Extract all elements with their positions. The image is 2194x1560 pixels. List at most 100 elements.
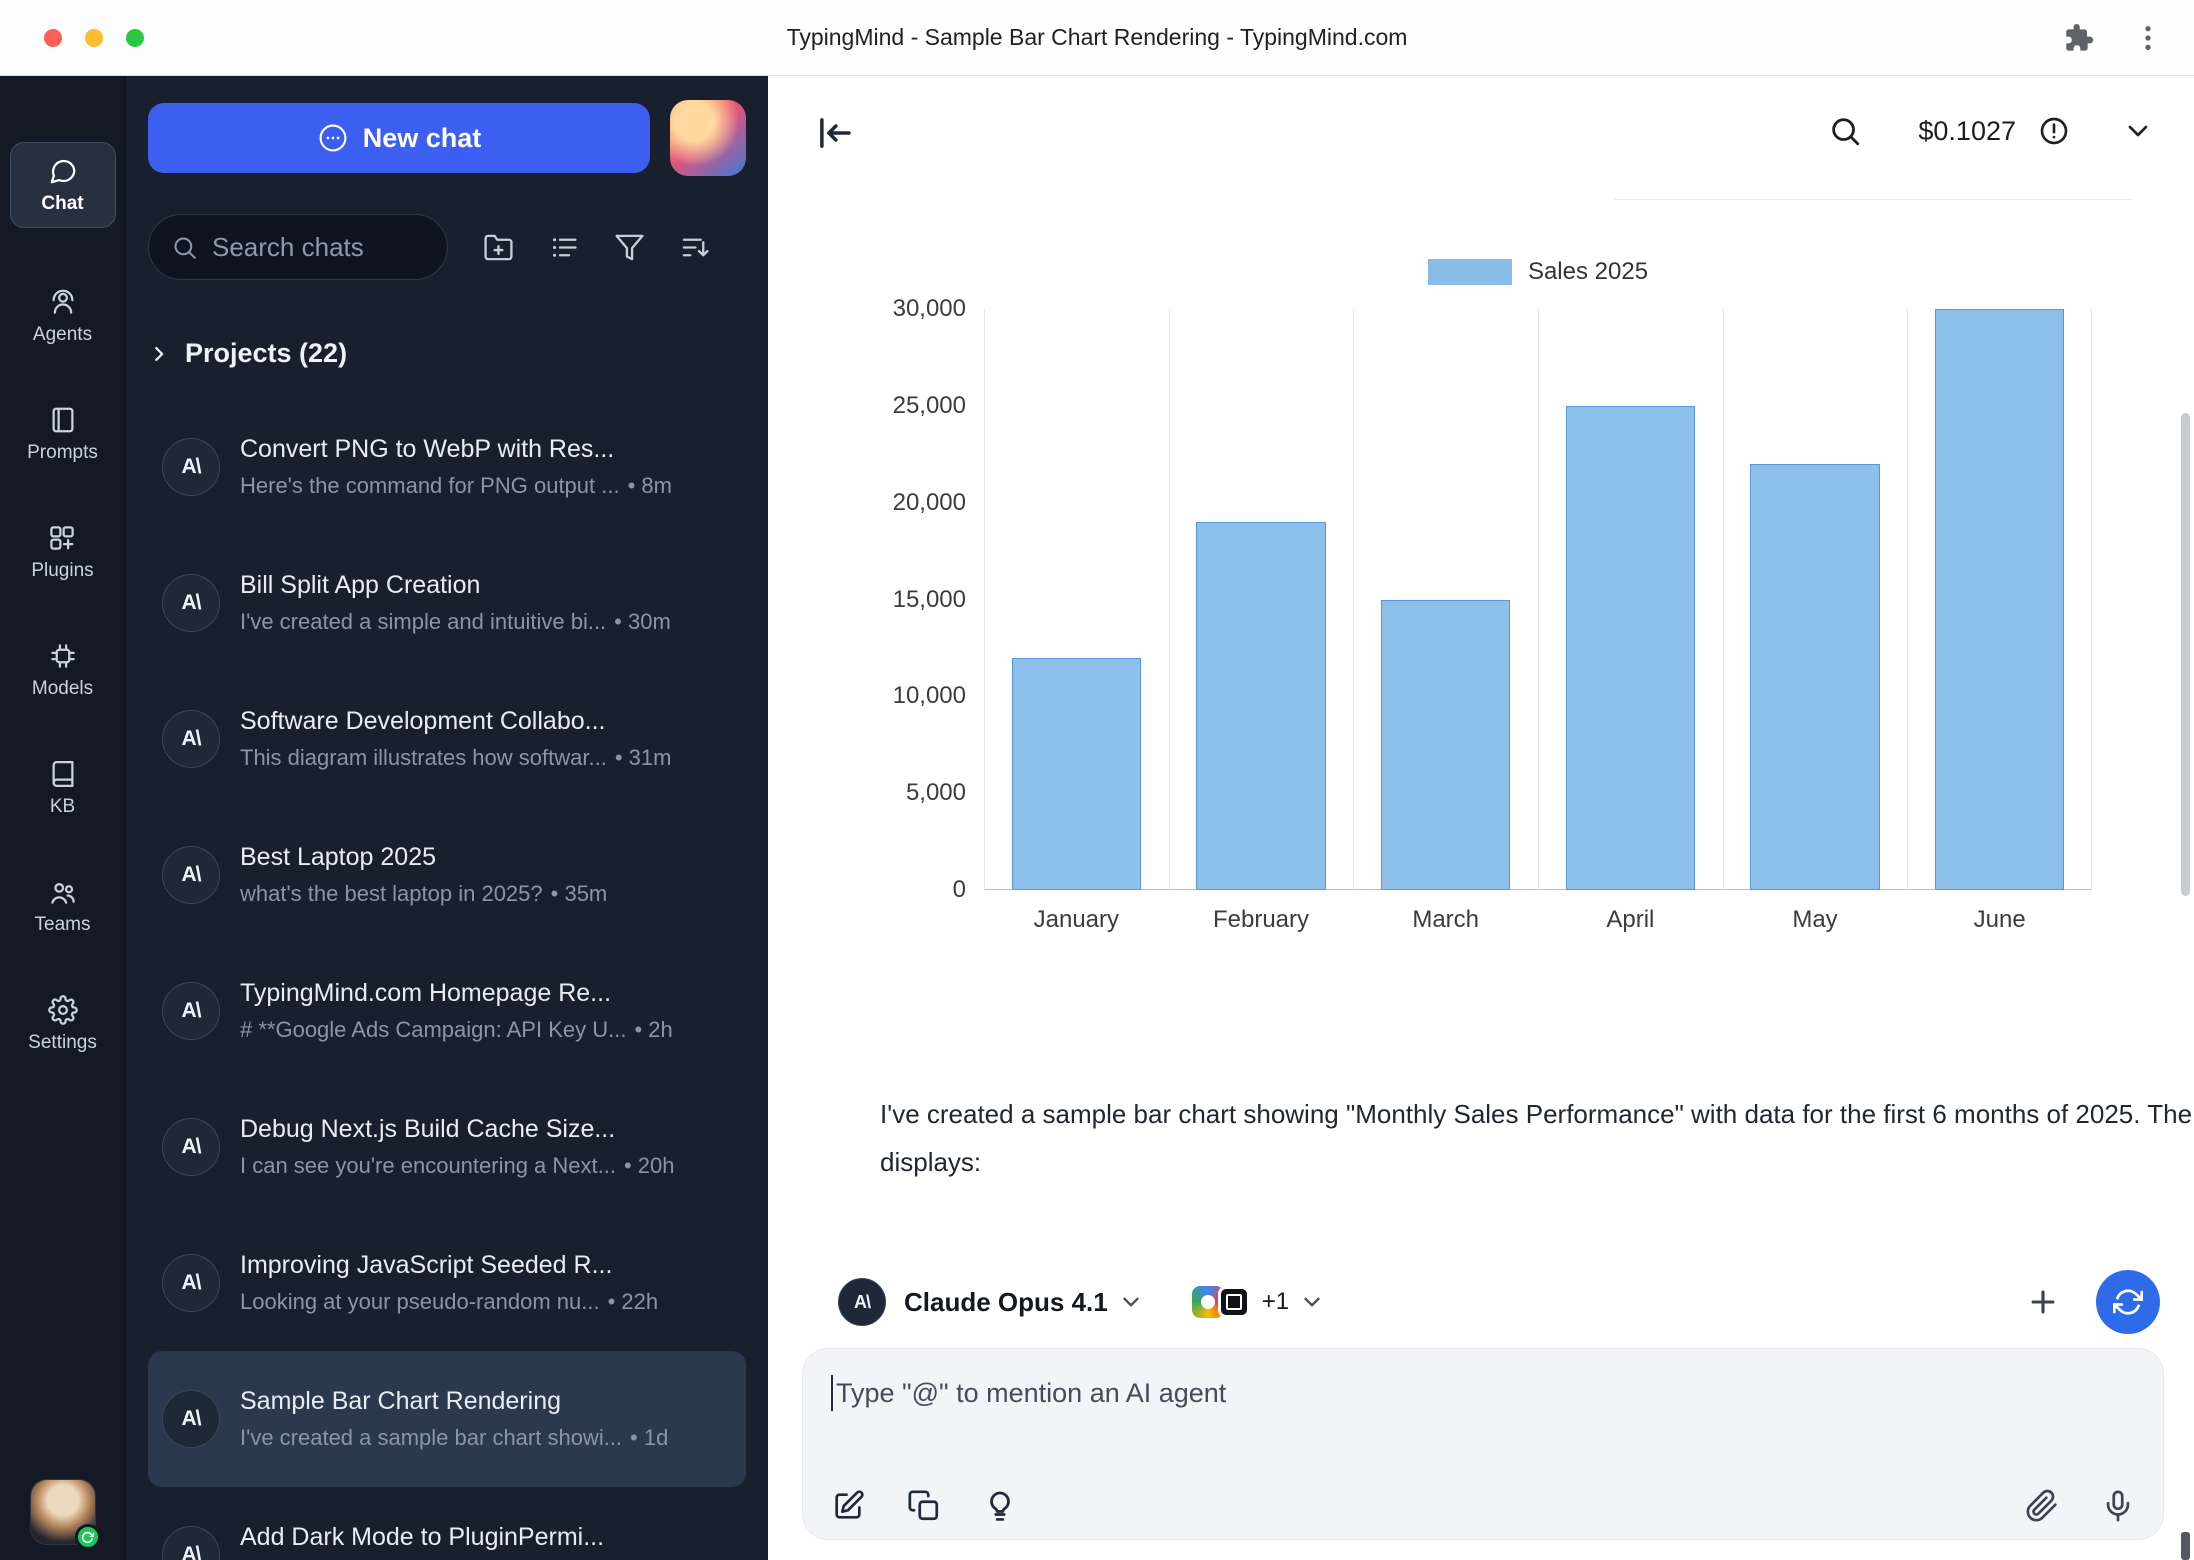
minimize-window-button[interactable] [85,29,103,47]
x-tick-label: March [1353,906,1538,934]
rail-item-label: Plugins [31,560,93,582]
new-folder-button[interactable] [483,232,514,263]
chat-bubble-icon [317,122,349,154]
profile-avatar[interactable] [670,100,746,176]
grid-line [1353,309,1354,890]
rail-item-settings[interactable]: Settings [28,995,97,1054]
filter-button[interactable] [614,232,645,263]
templates-button[interactable] [907,1489,941,1523]
y-tick-label: 25,000 [893,392,966,420]
bar-january [1012,658,1141,890]
attach-file-button[interactable] [2025,1489,2059,1523]
assistant-avatar: A\ [162,574,220,632]
grid-line [1169,309,1170,890]
sync-badge-icon [75,1524,101,1550]
chart-legend: Sales 2025 [984,258,2092,286]
x-tick-label: May [1723,906,1908,934]
scrollbar-thumb[interactable] [2181,413,2190,896]
edit-canvas-button[interactable] [831,1489,865,1523]
input-placeholder: Type "@" to mention an AI agent [836,1378,1226,1409]
search-icon [1828,114,1862,148]
chat-list-item[interactable]: A\Best Laptop 2025what's the best laptop… [148,807,746,943]
models-cluster-chevron[interactable] [1299,1289,1325,1315]
collapse-sidebar-icon [814,112,856,154]
rail-item-chat[interactable]: Chat [10,142,116,228]
agents-icon [48,287,78,317]
chat-list-item[interactable]: A\TypingMind.com Homepage Re...# **Googl… [148,943,746,1079]
enabled-models-cluster[interactable]: +1 [1192,1286,1289,1318]
y-tick-label: 20,000 [893,489,966,517]
kb-icon [48,759,78,789]
search-chats-input[interactable] [212,232,425,263]
close-window-button[interactable] [44,29,62,47]
chat-list-item[interactable]: A\Improving JavaScript Seeded R...Lookin… [148,1215,746,1351]
model-selector-label[interactable]: Claude Opus 4.1 [904,1287,1108,1318]
chat-list-item[interactable]: A\Debug Next.js Build Cache Size...I can… [148,1079,746,1215]
settings-icon [48,995,78,1025]
grid-line [1538,309,1539,890]
rail-item-prompts[interactable]: Prompts [27,405,98,464]
chevron-right-icon [148,343,170,365]
user-avatar[interactable] [31,1480,95,1544]
rail-item-models[interactable]: Models [32,641,93,700]
edit-icon [831,1489,865,1523]
rail-item-label: Settings [28,1032,97,1054]
grid-line [1723,309,1724,890]
chat-sidebar: New chat [126,76,768,1560]
bulk-select-button[interactable] [549,232,580,263]
y-tick-label: 30,000 [893,295,966,323]
add-attachment-button[interactable] [2026,1285,2060,1319]
rail-item-agents[interactable]: Agents [33,287,92,346]
chat-title: Software Development Collabo... [240,707,732,736]
suggestions-button[interactable] [983,1489,1017,1523]
y-tick-label: 10,000 [893,682,966,710]
usage-cost: $0.1027 [1918,116,2016,147]
search-messages-button[interactable] [1828,114,1862,148]
message-input[interactable]: Type "@" to mention an AI agent [802,1348,2164,1540]
rail-item-label: Agents [33,324,92,346]
scroll-down-button[interactable] [2122,115,2154,147]
chat-preview: Here's the command for PNG output ...• 8… [240,473,732,499]
x-tick-label: June [1907,906,2092,934]
maximize-window-button[interactable] [126,29,144,47]
chat-time: • 2h [634,1017,672,1042]
chat-title: Bill Split App Creation [240,571,732,600]
chat-title: Best Laptop 2025 [240,843,732,872]
chat-list-item[interactable]: A\Add Dark Mode to PluginPermi... [148,1487,746,1560]
rail-item-kb[interactable]: KB [48,759,78,818]
composer-controls: A\ Claude Opus 4.1 +1 [838,1268,2160,1336]
browser-menu-icon[interactable] [2132,22,2164,54]
chat-list-item[interactable]: A\Convert PNG to WebP with Res...Here's … [148,399,746,535]
rail-item-plugins[interactable]: Plugins [31,523,93,582]
assistant-avatar: A\ [162,1390,220,1448]
folder-plus-icon [483,232,514,263]
bar-february [1196,522,1325,890]
new-chat-button[interactable]: New chat [148,103,650,173]
assistant-avatar: A\ [838,1278,886,1326]
chat-list-item[interactable]: A\Software Development Collabo...This di… [148,671,746,807]
chat-time: • 30m [614,609,671,634]
chat-time: • 20h [624,1153,675,1178]
search-chats-box[interactable] [148,214,448,280]
regenerate-button[interactable] [2096,1270,2160,1334]
models-icon [48,641,78,671]
voice-input-button[interactable] [2101,1489,2135,1523]
chevron-down-icon [2122,115,2154,147]
cost-warning-icon[interactable] [2038,115,2070,147]
model-selector-chevron[interactable] [1118,1289,1144,1315]
rail-item-teams[interactable]: Teams [35,877,91,936]
chat-time: • 1d [630,1425,668,1450]
chat-list-item[interactable]: A\Bill Split App CreationI've created a … [148,535,746,671]
sort-button[interactable] [680,232,711,263]
chat-list-item[interactable]: A\Sample Bar Chart RenderingI've created… [148,1351,746,1487]
collapse-sidebar-button[interactable] [814,110,860,156]
projects-toggle[interactable]: Projects (22) [148,338,746,369]
teams-icon [48,877,78,907]
chart-xlabels: JanuaryFebruaryMarchAprilMayJune [984,906,2092,934]
list-icon [549,232,580,263]
extensions-icon[interactable] [2062,22,2094,54]
chat-bubble-icon [48,156,78,186]
scrollbar-bottom[interactable] [2181,1532,2190,1560]
plugins-icon [47,523,77,553]
bar-april [1566,406,1695,890]
